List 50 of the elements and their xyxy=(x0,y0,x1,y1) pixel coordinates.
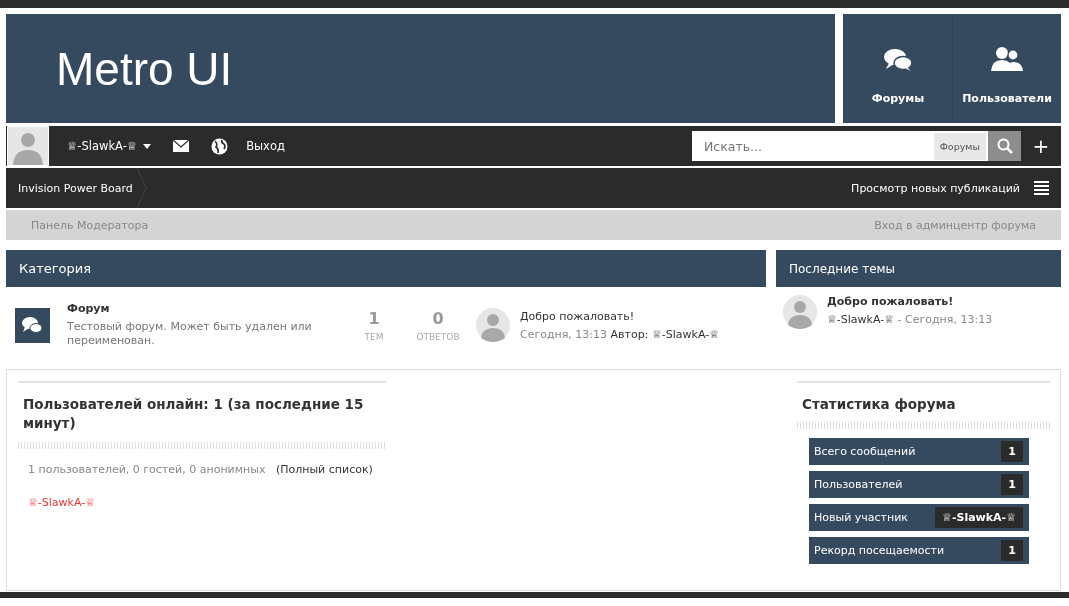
online-user-link[interactable]: ♕-SlawkA-♕ xyxy=(28,495,386,509)
avatar-icon xyxy=(476,308,510,343)
stat-label: Новый участник xyxy=(814,511,908,525)
stat-value: 1 xyxy=(1001,441,1023,463)
site-logo[interactable]: Metro UI xyxy=(56,41,233,96)
topic-link[interactable]: Добро пожаловать! xyxy=(827,295,954,308)
avatar-icon xyxy=(783,295,817,329)
post-time: Сегодня, 13:13 xyxy=(520,327,608,341)
logout-link[interactable]: Выход xyxy=(246,139,285,153)
breadcrumb-separator xyxy=(136,168,147,208)
latest-topics-header: Последние темы xyxy=(776,250,1061,287)
forum-icon xyxy=(15,307,50,343)
nav-tile[interactable]: Форумы xyxy=(843,14,952,123)
stat-value: ♕-SlawkA-♕ xyxy=(935,507,1023,529)
caret-icon xyxy=(143,143,152,149)
globe-icon[interactable] xyxy=(211,137,229,155)
online-summary: 1 пользователей, 0 гостей, 0 анонимных xyxy=(28,462,266,476)
topics-count: 1 xyxy=(368,308,380,328)
users-icon xyxy=(991,46,1023,72)
replies-label: ОТВЕТОВ xyxy=(416,331,460,342)
stat-label: Всего сообщений xyxy=(814,445,916,459)
author-label: Автор: xyxy=(610,327,649,341)
nav-tile[interactable]: Пользователи xyxy=(952,14,1061,123)
search-icon xyxy=(996,138,1013,154)
post-time: - Сегодня, 13:13 xyxy=(897,313,993,326)
replies-count: 0 xyxy=(432,308,444,328)
category-header: Категория xyxy=(6,250,766,287)
forum-title[interactable]: Форум xyxy=(67,302,110,315)
search-scope-button[interactable]: Форумы xyxy=(933,132,986,160)
stat-label: Пользователей xyxy=(814,478,903,492)
forum-stats-title: Статистика форума xyxy=(801,394,957,414)
add-button[interactable]: + xyxy=(1021,133,1061,159)
stat-value: 1 xyxy=(1001,474,1023,496)
user-menu[interactable]: ♕-SlawkA-♕ xyxy=(67,139,152,153)
last-post-link[interactable]: Добро пожаловать! xyxy=(520,309,635,323)
mail-icon[interactable] xyxy=(173,140,190,152)
online-users-title: Пользователей онлайн: 1 (за последние 15 минут) xyxy=(22,394,365,434)
forum-description: Тестовый форум. Может быть удален или переименован. xyxy=(67,320,313,349)
author-link[interactable]: ♕-SlawkA-♕ xyxy=(651,327,719,341)
stat-label: Рекорд посещаемости xyxy=(814,544,945,558)
search-button[interactable] xyxy=(988,131,1021,161)
new-posts-link[interactable]: Просмотр новых публикаций xyxy=(851,181,1020,195)
search-field[interactable]: Искать... Форумы xyxy=(692,131,988,161)
full-list-link[interactable]: (Полный список) xyxy=(275,462,373,476)
author-link[interactable]: ♕-SlawkA-♕ xyxy=(827,313,895,326)
chat-bubbles-icon xyxy=(883,48,913,72)
stat-value: 1 xyxy=(1001,540,1023,562)
topics-label: ТЕМ xyxy=(364,331,384,342)
menu-icon[interactable] xyxy=(1034,181,1049,195)
breadcrumb-link[interactable]: Invision Power Board xyxy=(6,181,137,195)
